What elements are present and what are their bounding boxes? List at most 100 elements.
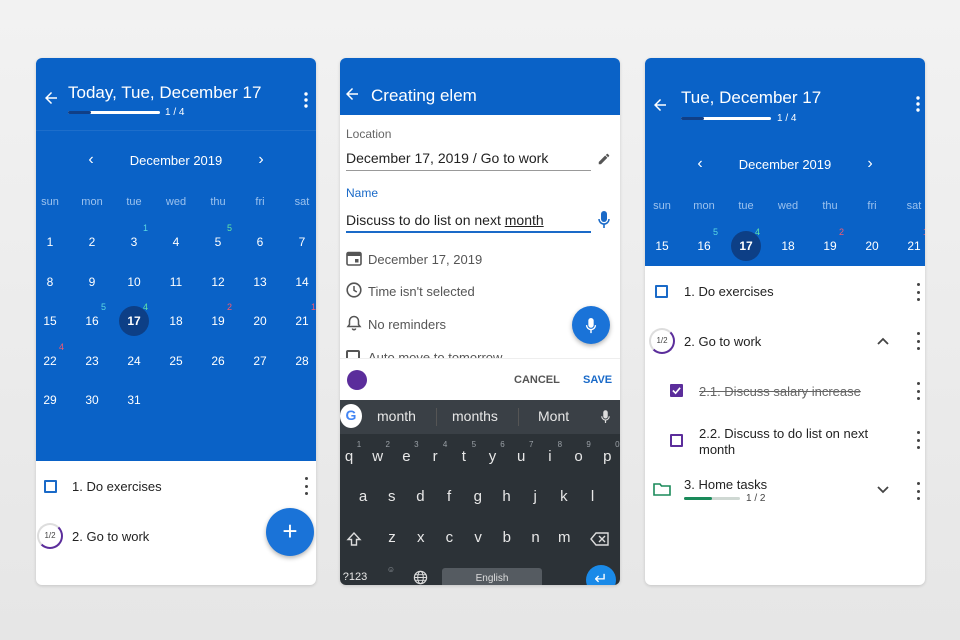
color-picker-swatch[interactable] (347, 370, 367, 390)
back-arrow-icon[interactable] (39, 86, 63, 110)
key-r[interactable]: r (423, 448, 447, 465)
calendar-day[interactable]: 29 (36, 385, 65, 415)
calendar-day[interactable]: 7 (287, 227, 316, 257)
task-item[interactable]: 3. Home tasks 1 / 2 (645, 470, 925, 514)
key-w[interactable]: w (366, 448, 390, 465)
key-s[interactable]: s (380, 488, 404, 505)
task-item[interactable]: 1. Do exercises (645, 270, 925, 314)
key-m[interactable]: m (552, 529, 576, 546)
save-button[interactable]: SAVE (583, 374, 612, 386)
back-arrow-icon[interactable] (340, 82, 364, 106)
more-menu-icon[interactable] (301, 90, 311, 110)
calendar-day[interactable]: 27 (245, 346, 275, 376)
more-menu-icon[interactable] (913, 94, 923, 114)
calendar-day[interactable]: 15 (647, 231, 677, 261)
google-g-icon[interactable]: G (340, 404, 362, 428)
location-field[interactable]: December 17, 2019 / Go to work (346, 150, 548, 166)
calendar-day[interactable]: 18 (773, 231, 803, 261)
shift-key-icon[interactable] (342, 527, 366, 551)
next-month-chevron-icon[interactable]: › (840, 155, 900, 173)
key-d[interactable]: d (408, 488, 432, 505)
calendar-day[interactable]: 14 (287, 267, 316, 297)
prev-month-chevron-icon[interactable]: ‹ (61, 151, 121, 169)
expand-chevron-down-icon[interactable] (875, 482, 891, 498)
key-t[interactable]: t (452, 448, 476, 465)
enter-key[interactable]: ↵ (586, 565, 616, 585)
calendar-day[interactable]: 21 (899, 231, 925, 261)
keyboard-mic-icon[interactable] (598, 408, 612, 426)
cancel-button[interactable]: CANCEL (514, 374, 560, 386)
microphone-icon[interactable] (596, 209, 612, 231)
voice-input-fab[interactable] (572, 306, 610, 344)
calendar-day[interactable]: 8 (36, 267, 65, 297)
add-task-fab[interactable]: + (266, 508, 314, 556)
edit-pencil-icon[interactable] (595, 150, 613, 168)
backspace-key-icon[interactable] (589, 529, 611, 549)
date-field[interactable]: December 17, 2019 (368, 252, 482, 267)
symbols-key[interactable]: ?123 (341, 571, 369, 583)
calendar-day[interactable]: 28 (287, 346, 316, 376)
time-field[interactable]: Time isn't selected (368, 284, 475, 299)
key-a[interactable]: a (351, 488, 375, 505)
key-z[interactable]: z (380, 529, 404, 546)
key-o[interactable]: o (567, 448, 591, 465)
key-g[interactable]: g (466, 488, 490, 505)
task-more-icon[interactable] (915, 283, 921, 301)
calendar-day[interactable]: 30 (77, 385, 107, 415)
suggestion[interactable]: Mont (538, 408, 569, 424)
calendar-day[interactable]: 15 (36, 306, 65, 336)
suggestion[interactable]: month (377, 408, 416, 424)
key-e[interactable]: e (394, 448, 418, 465)
space-key[interactable]: English (442, 568, 542, 585)
calendar-day[interactable]: 11 (161, 267, 191, 297)
key-h[interactable]: h (495, 488, 519, 505)
calendar-day[interactable]: 13 (245, 267, 275, 297)
subtask-item[interactable]: 2.1. Discuss salary increase (645, 369, 925, 413)
reminders-field[interactable]: No reminders (368, 317, 446, 332)
task-checkbox[interactable] (655, 285, 668, 298)
key-q[interactable]: q (340, 448, 361, 465)
back-arrow-icon[interactable] (648, 93, 672, 117)
key-b[interactable]: b (495, 529, 519, 546)
key-x[interactable]: x (409, 529, 433, 546)
calendar-day[interactable]: 2 (77, 227, 107, 257)
calendar-day[interactable]: 4 (161, 227, 191, 257)
subtask-item[interactable]: 2.2. Discuss to do list on next month (645, 418, 925, 466)
calendar-day[interactable]: 25 (161, 346, 191, 376)
key-c[interactable]: c (437, 529, 461, 546)
subtask-checkbox-checked[interactable] (670, 384, 683, 397)
calendar-day[interactable]: 9 (77, 267, 107, 297)
calendar-day[interactable]: 10 (119, 267, 149, 297)
task-item[interactable]: 1/2 2. Go to work (645, 319, 925, 363)
key-p[interactable]: p (595, 448, 619, 465)
subtask-checkbox[interactable] (670, 434, 683, 447)
key-n[interactable]: n (524, 529, 548, 546)
key-v[interactable]: v (466, 529, 490, 546)
collapse-chevron-up-icon[interactable] (875, 333, 891, 349)
auto-move-row[interactable]: Auto move to tomorrow (340, 344, 620, 358)
key-y[interactable]: y (481, 448, 505, 465)
calendar-day[interactable]: 12 (203, 267, 233, 297)
calendar-day[interactable]: 20 (857, 231, 887, 261)
task-checkbox[interactable] (44, 480, 57, 493)
task-item[interactable]: 1. Do exercises (36, 464, 316, 508)
calendar-day[interactable]: 20 (245, 306, 275, 336)
suggestion[interactable]: months (452, 408, 498, 424)
calendar-day[interactable]: 18 (161, 306, 191, 336)
key-f[interactable]: f (437, 488, 461, 505)
key-j[interactable]: j (523, 488, 547, 505)
calendar-day[interactable]: 6 (245, 227, 275, 257)
task-more-icon[interactable] (915, 482, 921, 500)
calendar-day[interactable]: 23 (77, 346, 107, 376)
key-k[interactable]: k (552, 488, 576, 505)
task-more-icon[interactable] (303, 477, 309, 495)
subtask-more-icon[interactable] (915, 382, 921, 400)
key-l[interactable]: l (581, 488, 605, 505)
prev-month-chevron-icon[interactable]: ‹ (670, 155, 730, 173)
calendar-day[interactable]: 31 (119, 385, 149, 415)
subtask-more-icon[interactable] (915, 431, 921, 449)
key-i[interactable]: i (538, 448, 562, 465)
name-input[interactable]: Discuss to do list on next month (346, 212, 544, 228)
calendar-day[interactable]: 26 (203, 346, 233, 376)
task-more-icon[interactable] (915, 332, 921, 350)
